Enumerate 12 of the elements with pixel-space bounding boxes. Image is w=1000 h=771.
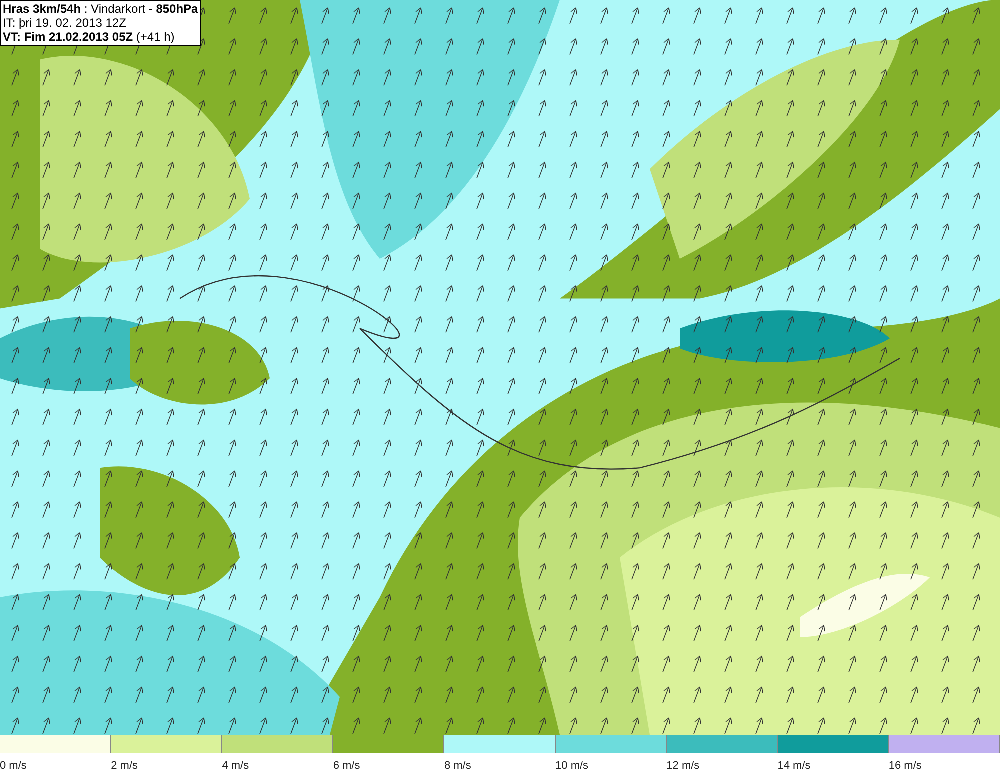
legend-label: 4 m/s bbox=[222, 760, 250, 771]
legend-label: 8 m/s bbox=[444, 760, 472, 771]
header-text: Hras 3km/54h : Vindarkort - 850hPa bbox=[3, 2, 198, 16]
legend-label: 14 m/s bbox=[778, 760, 811, 771]
header-text: IT: þri 19. 02. 2013 12Z bbox=[3, 16, 128, 30]
legend-label: 2 m/s bbox=[111, 760, 138, 771]
legend-label: 0 m/s bbox=[0, 760, 27, 771]
legend-label: 10 m/s bbox=[556, 760, 589, 771]
legend-label: 6 m/s bbox=[333, 760, 360, 771]
legend-label: 12 m/s bbox=[666, 760, 700, 771]
legend-label: 16 m/s bbox=[888, 760, 922, 771]
header-text: VT: Fim 21.02.2013 05Z (+41 h) bbox=[3, 30, 176, 44]
